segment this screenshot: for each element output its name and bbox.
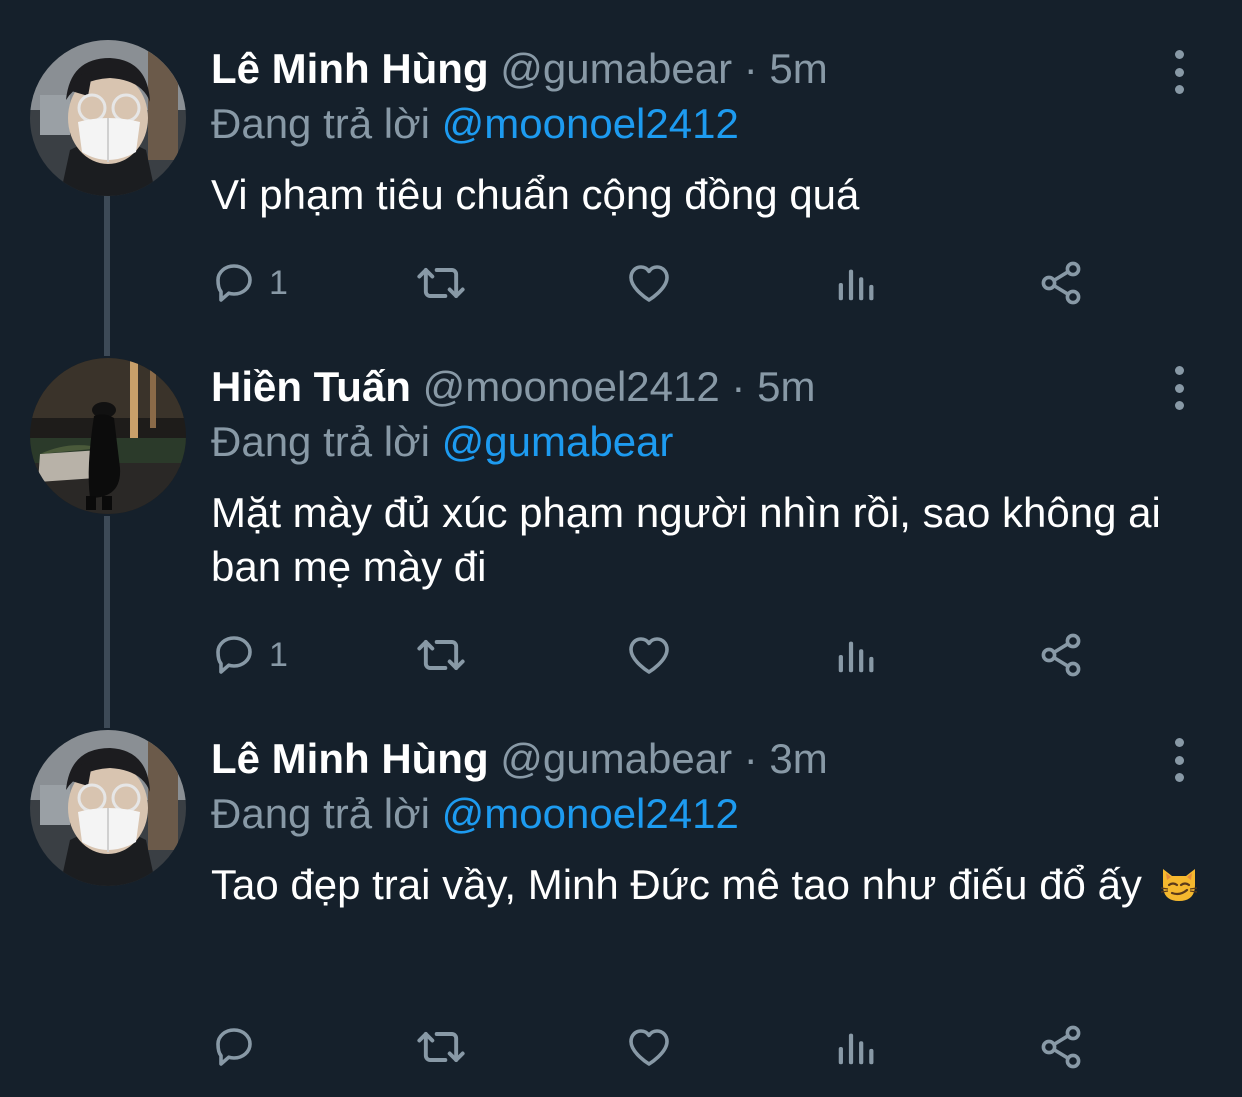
timestamp[interactable]: 5m xyxy=(769,45,827,92)
analytics-button[interactable] xyxy=(833,630,879,680)
reply-prefix: Đang trả lời xyxy=(211,100,430,147)
reply-icon xyxy=(211,1023,259,1071)
analytics-icon xyxy=(833,1024,879,1070)
replying-to: Đang trả lời @gumabear xyxy=(211,417,673,467)
avatar-image xyxy=(30,358,186,514)
like-icon xyxy=(625,631,673,679)
analytics-button[interactable] xyxy=(833,1022,879,1072)
reply-button[interactable] xyxy=(211,1022,269,1072)
separator-dot: · xyxy=(743,735,758,782)
analytics-icon xyxy=(833,632,879,678)
display-name[interactable]: Lê Minh Hùng xyxy=(211,735,489,782)
share-button[interactable] xyxy=(1037,258,1085,308)
display-name[interactable]: Hiền Tuấn xyxy=(211,363,411,410)
share-icon xyxy=(1037,1023,1085,1071)
like-icon xyxy=(625,1023,673,1071)
separator-dot: · xyxy=(743,45,758,92)
tweet-text: Mặt mày đủ xúc phạm người nhìn rồi, sao … xyxy=(211,489,1161,590)
more-options-icon[interactable] xyxy=(1164,738,1194,782)
like-button[interactable] xyxy=(625,630,673,680)
tweet-header: Lê Minh Hùng @gumabear · 3m xyxy=(211,734,828,784)
reply-prefix: Đang trả lời xyxy=(211,418,430,465)
mention-link[interactable]: @moonoel2412 xyxy=(442,100,739,147)
reply-button[interactable]: 1 xyxy=(211,630,288,680)
tweet-actions: 1 xyxy=(211,258,1091,308)
like-icon xyxy=(625,259,673,307)
separator-dot: · xyxy=(731,363,746,410)
user-handle[interactable]: @gumabear xyxy=(500,45,732,92)
tweet-header: Hiền Tuấn @moonoel2412 · 5m xyxy=(211,362,815,412)
tweet-text: Vi phạm tiêu chuẩn cộng đồng quá xyxy=(211,171,860,218)
thread-line xyxy=(104,196,110,356)
display-name[interactable]: Lê Minh Hùng xyxy=(211,45,489,92)
share-icon xyxy=(1037,259,1085,307)
reply-count: 1 xyxy=(269,263,288,302)
avatar[interactable] xyxy=(30,40,186,196)
avatar[interactable] xyxy=(30,358,186,514)
share-button[interactable] xyxy=(1037,630,1085,680)
share-icon xyxy=(1037,631,1085,679)
replying-to: Đang trả lời @moonoel2412 xyxy=(211,99,739,149)
analytics-button[interactable] xyxy=(833,258,879,308)
tweet-actions xyxy=(211,1022,1091,1072)
avatar-image xyxy=(30,40,186,196)
replying-to: Đang trả lời @moonoel2412 xyxy=(211,789,739,839)
more-options-icon[interactable] xyxy=(1164,50,1194,94)
analytics-icon xyxy=(833,260,879,306)
user-handle[interactable]: @moonoel2412 xyxy=(423,363,720,410)
retweet-button[interactable] xyxy=(415,258,467,308)
more-options-icon[interactable] xyxy=(1164,366,1194,410)
tweet-text: Tao đẹp trai vầy, Minh Đức mê tao như đi… xyxy=(211,858,1201,912)
avatar[interactable] xyxy=(30,730,186,886)
user-handle[interactable]: @gumabear xyxy=(500,735,732,782)
tweet-actions: 1 xyxy=(211,630,1091,680)
timestamp[interactable]: 3m xyxy=(769,735,827,782)
smirking-cat-face-emoji xyxy=(1160,869,1197,901)
mention-link[interactable]: @gumabear xyxy=(442,418,674,465)
retweet-icon xyxy=(415,257,467,309)
avatar-image xyxy=(30,730,186,886)
tweet-header: Lê Minh Hùng @gumabear · 5m xyxy=(211,44,828,94)
thread-line xyxy=(104,516,110,728)
share-button[interactable] xyxy=(1037,1022,1085,1072)
timestamp[interactable]: 5m xyxy=(757,363,815,410)
reply-icon xyxy=(211,259,259,307)
like-button[interactable] xyxy=(625,258,673,308)
retweet-icon xyxy=(415,629,467,681)
mention-link[interactable]: @moonoel2412 xyxy=(442,790,739,837)
retweet-button[interactable] xyxy=(415,1022,467,1072)
retweet-icon xyxy=(415,1021,467,1073)
tweet-text-content: Tao đẹp trai vầy, Minh Đức mê tao như đi… xyxy=(211,861,1142,908)
reply-count: 1 xyxy=(269,635,288,674)
retweet-button[interactable] xyxy=(415,630,467,680)
reply-prefix: Đang trả lời xyxy=(211,790,430,837)
like-button[interactable] xyxy=(625,1022,673,1072)
reply-icon xyxy=(211,631,259,679)
reply-button[interactable]: 1 xyxy=(211,258,288,308)
